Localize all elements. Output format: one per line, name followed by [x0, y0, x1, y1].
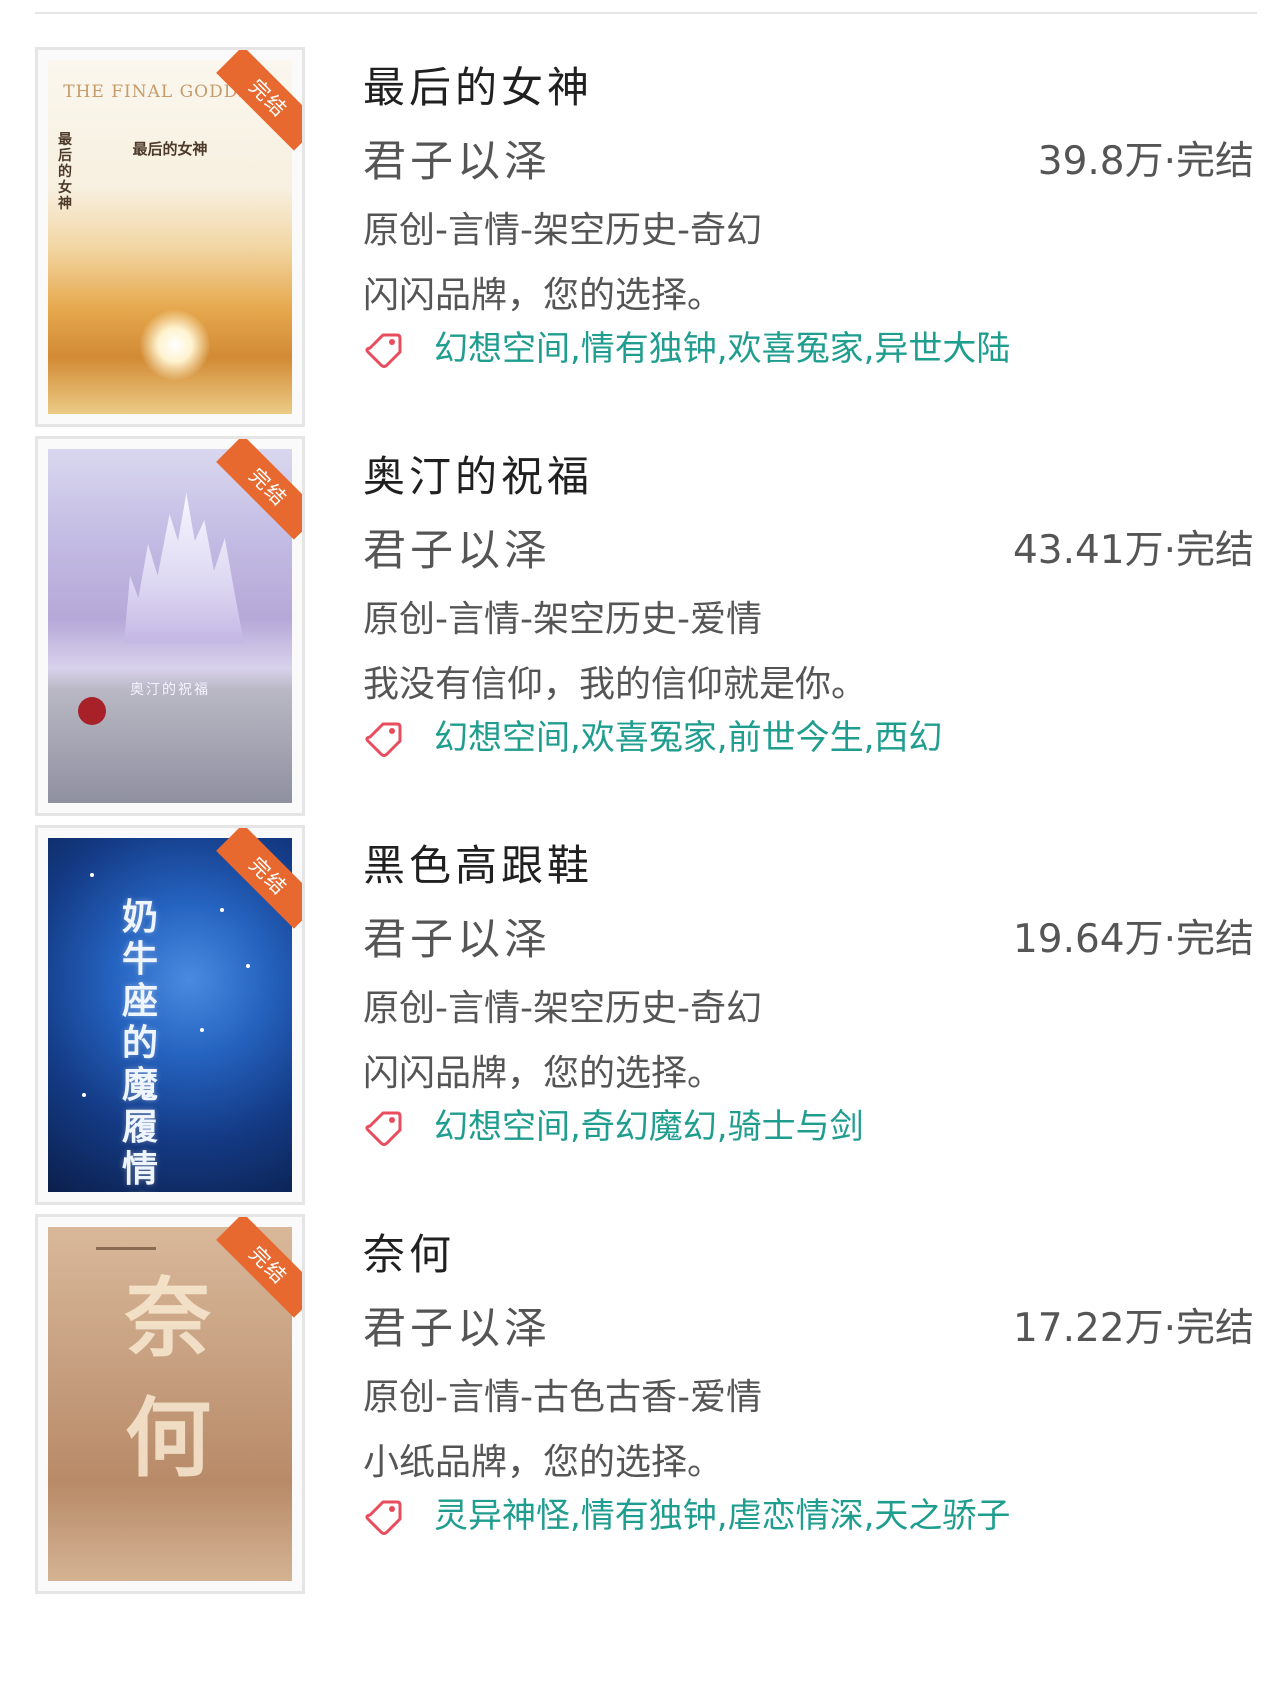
cover-star — [246, 964, 250, 968]
book-title[interactable]: 最后的女神 — [363, 63, 593, 113]
book-stats: 43.41万·完结 — [1012, 528, 1254, 573]
book-author[interactable]: 君子以泽 — [363, 914, 551, 966]
cover-spine-text: 最后的女神 — [58, 132, 72, 212]
book-cover[interactable]: 奥汀的祝福 完结 — [35, 436, 305, 816]
cover-seal — [78, 697, 106, 725]
book-item[interactable]: 奶牛座的魔履情缘 完结 黑色高跟鞋 君子以泽 19.64万·完结 原创-言情-架… — [0, 825, 1280, 1215]
cover-star — [220, 908, 224, 912]
book-stats: 19.64万·完结 — [1012, 917, 1254, 962]
tag-icon — [365, 1111, 402, 1146]
book-author[interactable]: 君子以泽 — [363, 525, 551, 577]
book-intro: 我没有信仰，我的信仰就是你。 — [363, 664, 868, 705]
book-item[interactable]: 奥汀的祝福 完结 奥汀的祝福 君子以泽 43.41万·完结 原创-言情-架空历史… — [0, 436, 1280, 826]
book-tags[interactable]: 幻想空间,奇幻魔幻,骑士与剑 — [434, 1105, 864, 1149]
tag-icon — [365, 722, 402, 757]
book-item[interactable]: THE FINAL GODDESS 最后的女神 最后的女神 完结 最后的女神 君… — [0, 47, 1280, 437]
book-cover[interactable]: THE FINAL GODDESS 最后的女神 最后的女神 完结 — [35, 47, 305, 427]
cover-decoration — [96, 1247, 156, 1250]
book-tags[interactable]: 幻想空间,情有独钟,欢喜冤家,异世大陆 — [434, 327, 1010, 371]
book-stats: 39.8万·完结 — [1037, 139, 1254, 184]
book-cover[interactable]: 奶牛座的魔履情缘 完结 — [35, 825, 305, 1205]
book-category: 原创-言情-架空历史-奇幻 — [363, 988, 762, 1029]
cover-star — [200, 1028, 204, 1032]
book-author[interactable]: 君子以泽 — [363, 136, 551, 188]
book-tags[interactable]: 灵异神怪,情有独钟,虐恋情深,天之骄子 — [434, 1494, 1010, 1538]
cover-title-cn: 奈何 — [125, 1268, 211, 1489]
cover-light-glow — [140, 310, 210, 380]
book-intro: 闪闪品牌，您的选择。 — [363, 1053, 724, 1094]
book-item[interactable]: 奈何 完结 奈何 君子以泽 17.22万·完结 原创-言情-古色古香-爱情 小纸… — [0, 1214, 1280, 1604]
cover-star — [90, 873, 94, 877]
book-list: THE FINAL GODDESS 最后的女神 最后的女神 完结 最后的女神 君… — [0, 0, 1280, 1706]
book-category: 原创-言情-架空历史-奇幻 — [363, 210, 762, 251]
cover-castle — [124, 493, 244, 643]
book-title[interactable]: 奈何 — [363, 1230, 455, 1280]
cover-star — [82, 1093, 86, 1097]
book-cover[interactable]: 奈何 完结 — [35, 1214, 305, 1594]
cover-title-cn: 最后的女神 — [132, 140, 208, 158]
book-title[interactable]: 黑色高跟鞋 — [363, 841, 593, 891]
book-intro: 闪闪品牌，您的选择。 — [363, 275, 724, 316]
tag-icon — [365, 333, 402, 368]
book-author[interactable]: 君子以泽 — [363, 1303, 551, 1355]
book-category: 原创-言情-架空历史-爱情 — [363, 599, 762, 640]
cover-title-cn: 奥汀的祝福 — [130, 682, 210, 698]
tag-icon — [365, 1500, 402, 1535]
book-category: 原创-言情-古色古香-爱情 — [363, 1377, 762, 1418]
book-stats: 17.22万·完结 — [1012, 1306, 1254, 1351]
book-intro: 小纸品牌，您的选择。 — [363, 1442, 724, 1483]
book-tags[interactable]: 幻想空间,欢喜冤家,前世今生,西幻 — [434, 716, 942, 760]
cover-title-cn: 奶牛座的魔履情缘 — [122, 896, 159, 1192]
book-title[interactable]: 奥汀的祝福 — [363, 452, 593, 502]
